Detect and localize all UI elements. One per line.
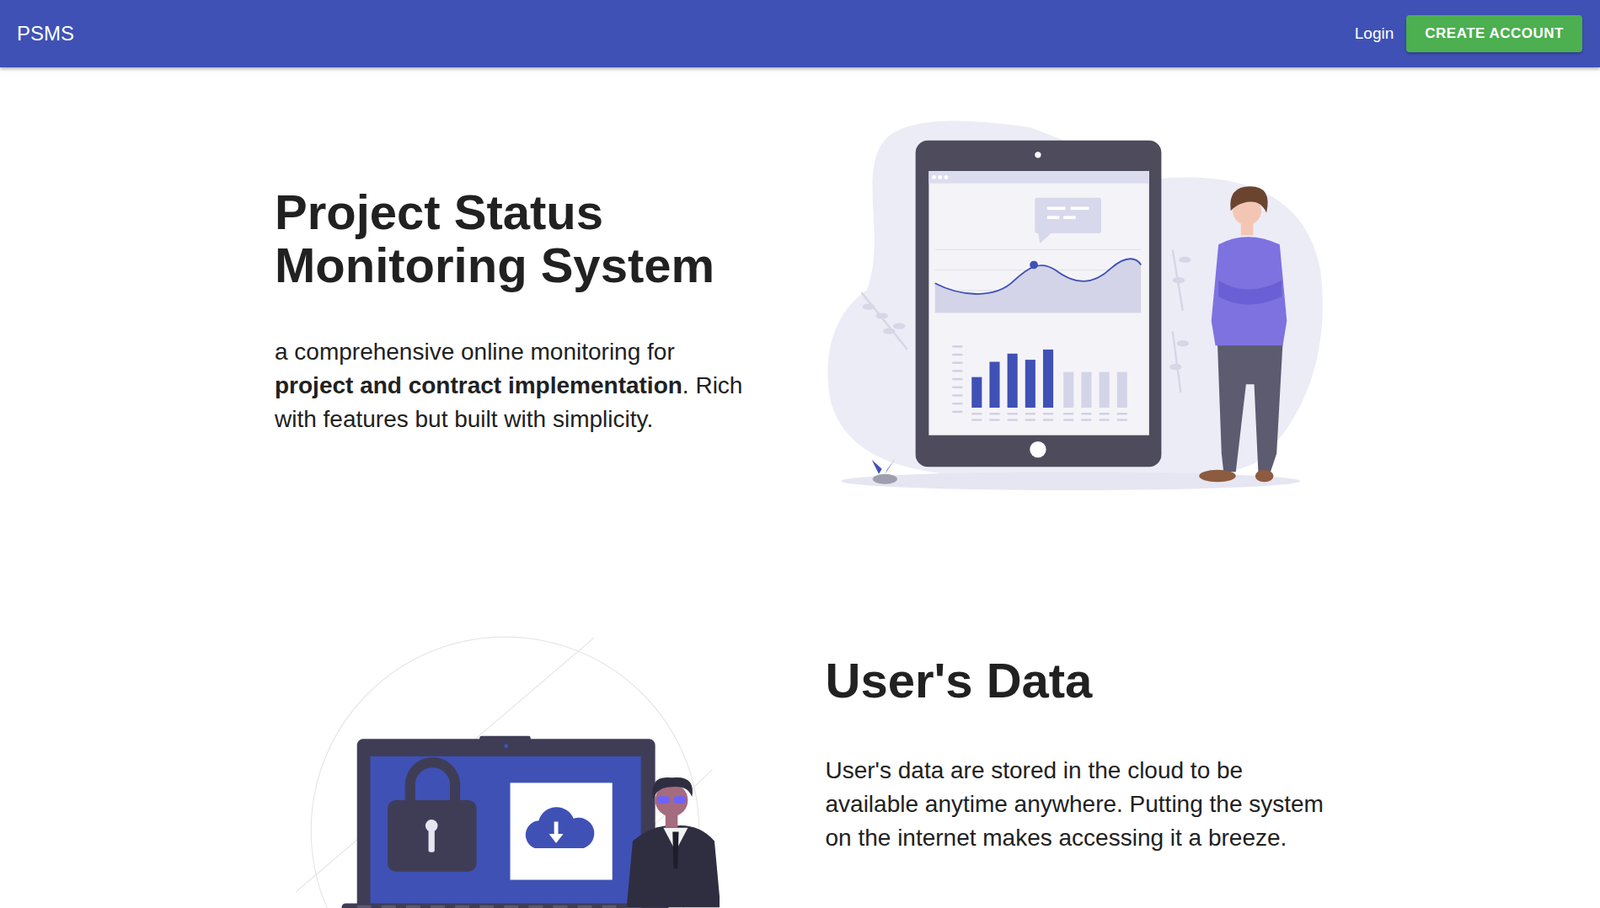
description-text: a comprehensive online monitoring for (274, 338, 675, 365)
feature-title: User's Data (825, 653, 1306, 707)
login-link[interactable]: Login (1354, 19, 1395, 49)
illustration (274, 631, 776, 908)
illustration (825, 117, 1327, 505)
feature-text: Project Status Monitoring System a compr… (274, 185, 776, 437)
dashboard-illustration-icon (825, 117, 1324, 505)
security-illustration-icon (295, 631, 720, 908)
header-actions: Login CREATE ACCOUNT (1354, 15, 1583, 53)
brand-title[interactable]: PSMS (16, 21, 75, 46)
emphasis-text: project and contract implementation (274, 372, 683, 399)
landing-page: PSMS Login CREATE ACCOUNT Project Status… (0, 0, 1600, 908)
feature-description: User's data are stored in the cloud to b… (825, 754, 1327, 856)
content: Project Status Monitoring System a compr… (274, 117, 1326, 908)
feature-section: User's Data User's data are stored in th… (274, 631, 1326, 908)
feature-text: User's Data User's data are stored in th… (825, 631, 1327, 856)
app-bar: PSMS Login CREATE ACCOUNT (0, 0, 1600, 68)
feature-title: Project Status Monitoring System (274, 185, 755, 292)
feature-section: Project Status Monitoring System a compr… (274, 117, 1326, 505)
description-text: User's data are stored in the cloud to b… (825, 757, 1324, 851)
feature-description: a comprehensive online monitoring for pr… (274, 335, 755, 437)
create-account-button[interactable]: CREATE ACCOUNT (1406, 15, 1583, 53)
